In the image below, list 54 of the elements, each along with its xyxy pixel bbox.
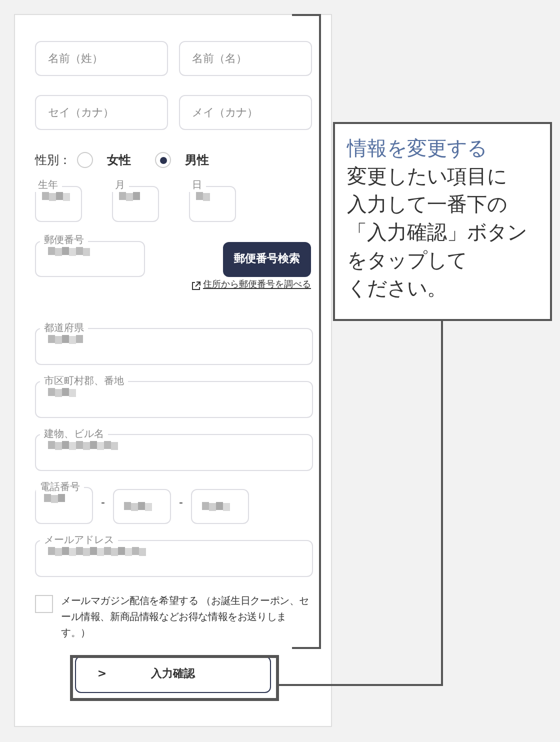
field-label: 日 (191, 180, 203, 192)
text-field[interactable]: 郵便番号 (35, 235, 145, 277)
separator-dash: - (101, 495, 105, 511)
confirm-button[interactable]: > 入力確認 (75, 656, 271, 692)
callout-title: 情報を変更する (347, 135, 488, 162)
text-field[interactable] (112, 488, 171, 524)
blurred-value-drawing (48, 388, 76, 396)
radio-button[interactable] (155, 152, 171, 168)
text-field[interactable] (190, 488, 249, 524)
postal-search-button[interactable]: 郵便番号検索 (223, 242, 311, 277)
callout-text: 変更したい項目に (347, 163, 508, 190)
input-field[interactable]: 名前（姓） (35, 41, 168, 76)
blurred-value-drawing (124, 502, 152, 510)
blurred-value-drawing (119, 192, 140, 201)
checkbox[interactable] (35, 594, 53, 612)
text-field[interactable]: 建物、ビル名 (35, 428, 313, 470)
blurred-value-drawing (202, 502, 230, 510)
field-label: 電話番号 (39, 482, 81, 494)
newsletter-label: メールマガジン配信を希望する （お誕生日クーポン、セール情報、新商品情報などお得な情報をお送りします。） (61, 594, 310, 640)
postal-lookup-link[interactable]: 住所から郵便番号を調べる (191, 279, 311, 292)
separator-dash: - (178, 495, 183, 511)
radio-option[interactable]: 男性 (155, 151, 209, 169)
input-field[interactable]: メイ（カナ） (179, 95, 312, 130)
blurred-value-drawing (48, 440, 118, 450)
field-label: 月 (114, 180, 126, 192)
blurred-value-drawing (44, 494, 65, 502)
chevron-icon: > (92, 666, 112, 682)
callout-text: 入力して一番下の (347, 191, 508, 218)
field-label: 市区町村郡、番地 (43, 376, 125, 388)
external-link-icon (191, 280, 201, 291)
text-field[interactable]: メールアドレス (35, 534, 313, 576)
field-label: 都道府県 (43, 322, 85, 334)
blurred-value-drawing (196, 192, 210, 201)
gender-label: 性別： (35, 152, 71, 169)
input-field[interactable]: セイ（カナ） (35, 95, 168, 130)
field-label: 建物、ビル名 (43, 428, 105, 440)
field-label: メールアドレス (43, 534, 115, 546)
text-field[interactable]: 都道府県 (35, 322, 313, 364)
text-field[interactable]: 生年 (35, 180, 82, 222)
callout-text: ください。 (347, 275, 448, 302)
callout-text: をタップして (347, 247, 468, 274)
callout-text: 「入力確認」ボタン (347, 219, 528, 246)
text-field[interactable]: 電話番号 (35, 482, 93, 524)
field-label: 郵便番号 (43, 235, 85, 247)
radio-option[interactable]: 女性 (77, 151, 131, 169)
field-label: 生年 (37, 180, 59, 192)
text-field[interactable]: 日 (189, 180, 236, 222)
blurred-value-drawing (48, 334, 83, 344)
radio-button[interactable] (77, 152, 93, 168)
text-field[interactable]: 市区町村郡、番地 (35, 376, 313, 418)
input-field[interactable]: 名前（名） (179, 41, 312, 76)
text-field[interactable]: 月 (112, 180, 159, 222)
blurred-value-drawing (42, 192, 70, 201)
blurred-value-drawing (48, 247, 90, 256)
